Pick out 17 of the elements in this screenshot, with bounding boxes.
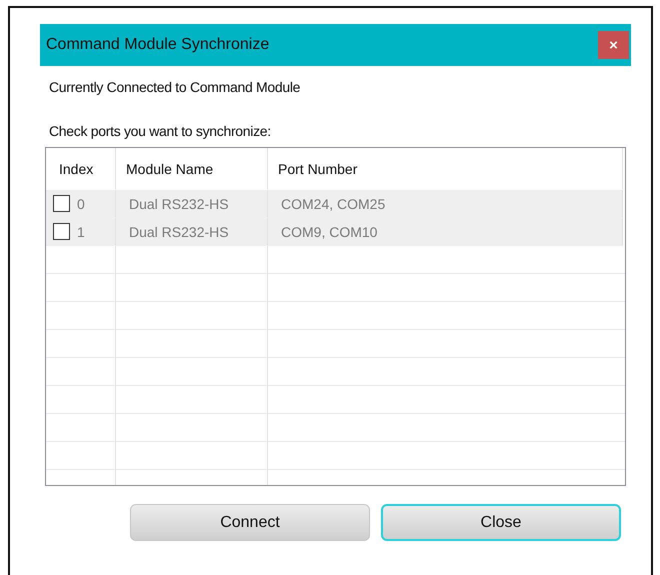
close-dialog-button[interactable]: Close [381,504,621,541]
table-cell: 0 [77,196,85,212]
table-cell: Dual RS232-HS [129,224,229,240]
instruction-text: Check ports you want to synchronize: [49,123,272,139]
table-cell: COM24, COM25 [281,196,386,212]
table-cell: Dual RS232-HS [129,196,229,212]
column-header[interactable]: Port Number [278,160,358,176]
close-button[interactable]: × [598,31,629,59]
table-cell: COM9, COM10 [281,224,378,240]
status-text: Currently Connected to Command Module [49,79,302,95]
checkbox[interactable] [53,223,70,240]
column-header[interactable]: Module Name [126,160,214,176]
column-header[interactable]: Index [59,160,94,176]
checkbox[interactable] [53,195,70,212]
window-title: Command Module Synchronize [46,36,270,54]
connect-button[interactable]: Connect [130,504,370,541]
table-cell: 1 [77,224,85,240]
